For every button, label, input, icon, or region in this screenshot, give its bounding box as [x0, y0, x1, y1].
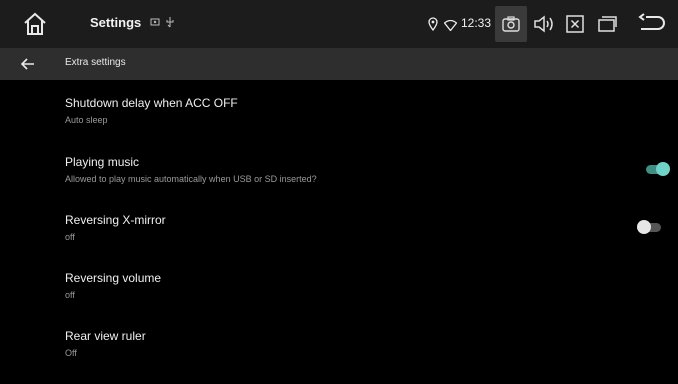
- setting-title: Shutdown delay when ACC OFF: [65, 96, 238, 110]
- recent-apps-icon[interactable]: [596, 13, 618, 35]
- setting-title: Rear view ruler: [65, 329, 146, 343]
- setting-title: Playing music: [65, 155, 140, 169]
- setting-reversing-volume[interactable]: Reversing volume off: [0, 262, 678, 318]
- setting-title: Reversing X-mirror: [65, 213, 166, 227]
- status-bar: Settings 12:33: [0, 0, 678, 48]
- back-arrow-icon[interactable]: [20, 56, 36, 72]
- close-app-icon[interactable]: [564, 13, 586, 35]
- setting-subtitle: Allowed to play music automatically when…: [65, 174, 317, 184]
- toggle-thumb: [656, 162, 670, 176]
- wifi-icon: [443, 18, 458, 32]
- home-icon[interactable]: [22, 11, 48, 37]
- setting-subtitle: Off: [65, 348, 77, 358]
- setting-subtitle: Auto sleep: [65, 115, 108, 125]
- reversing-x-mirror-toggle[interactable]: [637, 219, 663, 235]
- setting-rear-view-ruler[interactable]: Rear view ruler Off: [0, 320, 678, 376]
- setting-subtitle: off: [65, 232, 75, 242]
- setting-shutdown-delay[interactable]: Shutdown delay when ACC OFF Auto sleep: [0, 86, 678, 142]
- setting-playing-music[interactable]: Playing music Allowed to play music auto…: [0, 144, 678, 200]
- setting-title: Reversing volume: [65, 271, 162, 285]
- app-title: Settings: [90, 15, 142, 30]
- playing-music-toggle[interactable]: [644, 161, 670, 177]
- setting-reversing-x-mirror[interactable]: Reversing X-mirror off: [0, 204, 678, 260]
- setting-subtitle: off: [65, 290, 75, 300]
- toggle-thumb: [637, 220, 651, 234]
- page-title: Extra settings: [65, 57, 126, 68]
- title-bar: Extra settings: [0, 48, 678, 80]
- screenshot-button[interactable]: [495, 6, 527, 42]
- location-icon: [428, 17, 438, 32]
- volume-icon[interactable]: [532, 12, 556, 36]
- notification-icons: [150, 16, 180, 31]
- camera-icon: [502, 16, 520, 32]
- back-nav-icon[interactable]: [638, 12, 666, 36]
- clock: 12:33: [461, 16, 492, 30]
